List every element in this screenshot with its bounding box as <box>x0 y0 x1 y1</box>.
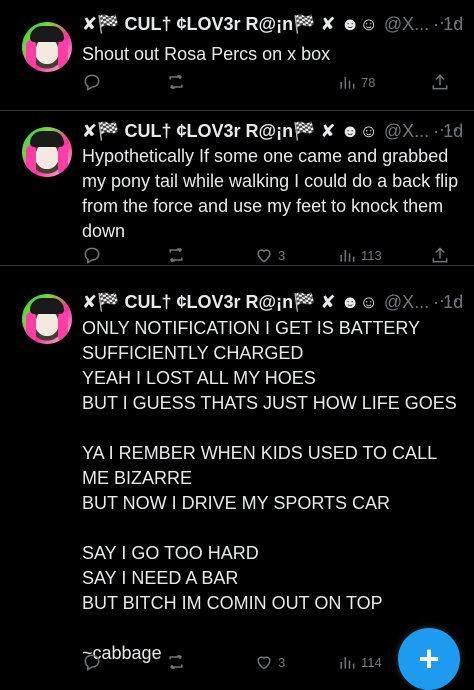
avatar-hat <box>30 131 64 147</box>
retweet-icon <box>169 654 183 670</box>
avatar-hat <box>30 298 64 314</box>
retweet-button[interactable] <box>166 72 190 92</box>
reply-button[interactable] <box>82 245 106 265</box>
reply-button[interactable] <box>82 72 106 92</box>
avatar-hair-right <box>58 40 68 70</box>
views-button[interactable]: 78 <box>337 72 375 92</box>
share-button[interactable] <box>430 245 450 265</box>
share-button[interactable] <box>430 72 450 92</box>
like-count: 3 <box>278 654 286 670</box>
views-icon <box>340 250 355 262</box>
tweet-text: Hypothetically If some one came and grab… <box>82 146 459 241</box>
like-button[interactable]: 3 <box>254 652 285 672</box>
tweet-2[interactable]: ✘🏁 CUL† ¢LOV3r R@¡n🏁 ✘ ☻☺ @X... · 1d ···… <box>0 111 474 266</box>
like-count: 3 <box>278 247 286 263</box>
tweet-text: Shout out Rosa Percs on x box <box>82 44 331 64</box>
tweet-header: ✘🏁 CUL† ¢LOV3r R@¡n🏁 ✘ ☻☺ @X... · 1d <box>82 14 463 35</box>
tweet-1[interactable]: ✘🏁 CUL† ¢LOV3r R@¡n🏁 ✘ ☻☺ @X... · 1d ···… <box>0 0 474 111</box>
avatar-hair-right <box>58 145 68 175</box>
views-count: 78 <box>361 74 376 90</box>
heart-icon <box>257 249 271 263</box>
display-name[interactable]: ✘🏁 CUL† ¢LOV3r R@¡n🏁 ✘ ☻☺ <box>82 292 378 313</box>
display-name[interactable]: ✘🏁 CUL† ¢LOV3r R@¡n🏁 ✘ ☻☺ <box>82 14 378 35</box>
handle[interactable]: @X... <box>384 292 429 313</box>
share-icon <box>432 74 448 90</box>
display-name[interactable]: ✘🏁 CUL† ¢LOV3r R@¡n🏁 ✘ ☻☺ <box>82 121 378 142</box>
tweet-actions: 3 114 <box>82 652 452 676</box>
avatar[interactable] <box>22 127 72 177</box>
tweet-header: ✘🏁 CUL† ¢LOV3r R@¡n🏁 ✘ ☻☺ @X... · 1d <box>82 121 463 142</box>
avatar-hair-right <box>58 312 68 342</box>
avatar[interactable] <box>22 294 72 344</box>
views-icon <box>340 77 355 89</box>
avatar-hair-left <box>26 312 36 342</box>
plus-icon: + <box>418 638 440 679</box>
views-icon <box>340 657 355 669</box>
reply-button[interactable] <box>82 652 106 672</box>
views-button[interactable]: 113 <box>337 245 382 265</box>
retweet-icon <box>169 74 183 90</box>
share-icon <box>432 247 448 263</box>
reply-icon <box>84 654 100 671</box>
tweet-actions: 78 <box>82 72 452 96</box>
more-options-icon[interactable]: ··· <box>439 12 460 33</box>
views-button[interactable]: 114 <box>337 652 382 672</box>
tweet-3[interactable]: ✘🏁 CUL† ¢LOV3r R@¡n🏁 ✘ ☻☺ @X... · 1d ···… <box>0 266 474 681</box>
avatar-hair-left <box>26 145 36 175</box>
handle[interactable]: @X... <box>384 14 429 35</box>
views-count: 113 <box>361 247 382 263</box>
more-options-icon[interactable]: ··· <box>439 290 460 311</box>
handle[interactable]: @X... <box>384 121 429 142</box>
more-options-icon[interactable]: ··· <box>439 119 460 140</box>
retweet-icon <box>169 247 183 263</box>
reply-icon <box>84 247 100 264</box>
like-button[interactable]: 3 <box>254 245 285 265</box>
avatar-hair-left <box>26 40 36 70</box>
tweet-text: ONLY NOTIFICATION I GET IS BATTERY SUFFI… <box>82 318 457 663</box>
avatar-hat <box>30 26 64 42</box>
views-count: 114 <box>361 654 382 670</box>
heart-icon <box>257 656 271 670</box>
avatar[interactable] <box>22 22 72 72</box>
retweet-button[interactable] <box>166 652 190 672</box>
retweet-button[interactable] <box>166 245 190 265</box>
tweet-header: ✘🏁 CUL† ¢LOV3r R@¡n🏁 ✘ ☻☺ @X... · 1d <box>82 292 463 313</box>
reply-icon <box>84 74 100 91</box>
